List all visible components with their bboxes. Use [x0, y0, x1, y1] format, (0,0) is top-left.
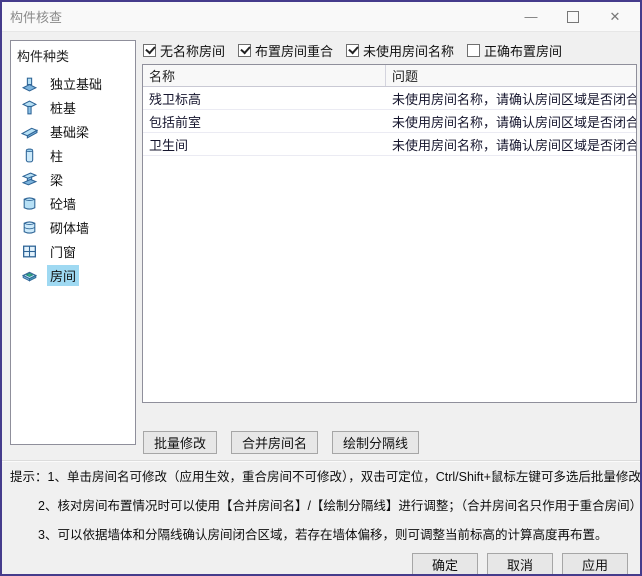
- sidebar-item-beam[interactable]: 梁: [11, 167, 135, 191]
- independent-foundation-icon: [21, 75, 38, 92]
- room-icon: [21, 267, 38, 284]
- sidebar-item-room[interactable]: 房间: [11, 263, 135, 287]
- filter-bar: 无名称房间 布置房间重合 未使用房间名称 正确布置房间: [143, 41, 575, 59]
- sidebar-item-label: 房间: [47, 265, 79, 286]
- checkbox-icon: [143, 44, 156, 57]
- tip-line-3: 3、可以依据墙体和分隔线确认房间闭合区域，若存在墙体偏移，则可调整当前标高的计算…: [10, 526, 636, 555]
- sidebar-item-door-window[interactable]: 门窗: [11, 239, 135, 263]
- sidebar-item-label: 梁: [47, 169, 66, 190]
- issue-cell: 未使用房间名称，请确认房间区域是否闭合: [386, 133, 636, 155]
- filter-unused-room-name[interactable]: 未使用房间名称: [346, 41, 454, 60]
- window-title: 构件核查: [10, 7, 62, 26]
- pile-foundation-icon: [21, 99, 38, 116]
- sidebar-item-label: 独立基础: [47, 73, 105, 94]
- window-controls: — ✕: [510, 2, 636, 31]
- component-check-dialog: 构件核查 — ✕ 构件种类 独立基础 桩基: [0, 0, 642, 576]
- table-row[interactable]: 卫生间 未使用房间名称，请确认房间区域是否闭合: [143, 133, 636, 156]
- beam-icon: [21, 171, 38, 188]
- column-icon: [21, 147, 38, 164]
- filter-label: 正确布置房间: [484, 41, 562, 60]
- filter-unnamed-room[interactable]: 无名称房间: [143, 41, 225, 60]
- apply-button[interactable]: 应用: [562, 553, 628, 576]
- filter-label: 未使用房间名称: [363, 41, 454, 60]
- sidebar-item-label: 基础梁: [47, 121, 92, 142]
- room-name-cell[interactable]: 残卫标高: [143, 87, 386, 109]
- checkbox-icon: [467, 44, 480, 57]
- close-button[interactable]: ✕: [594, 3, 636, 31]
- sidebar-item-independent-foundation[interactable]: 独立基础: [11, 71, 135, 95]
- tip-line-2: 2、核对房间布置情况时可以使用【合并房间名】/【绘制分隔线】进行调整；（合并房间…: [10, 497, 636, 526]
- table-row[interactable]: 残卫标高 未使用房间名称，请确认房间区域是否闭合: [143, 87, 636, 110]
- tips-section: 提示：1、单击房间名可修改（应用生效，重合房间不可修改），双击可定位，Ctrl/…: [10, 468, 636, 555]
- ok-button[interactable]: 确定: [412, 553, 478, 576]
- action-bar: 批量修改 合并房间名 绘制分隔线: [143, 431, 433, 454]
- door-window-icon: [21, 243, 38, 260]
- checkbox-icon: [346, 44, 359, 57]
- merge-room-name-button[interactable]: 合并房间名: [231, 431, 318, 454]
- tips-divider: [2, 460, 640, 462]
- checkbox-icon: [238, 44, 251, 57]
- filter-overlapping-room[interactable]: 布置房间重合: [238, 41, 333, 60]
- minimize-button[interactable]: —: [510, 3, 552, 31]
- foundation-beam-icon: [21, 123, 38, 140]
- maximize-button[interactable]: [552, 3, 594, 31]
- sidebar-item-label: 砼墙: [47, 193, 79, 214]
- filter-label: 无名称房间: [160, 41, 225, 60]
- column-header-name[interactable]: 名称: [143, 65, 386, 86]
- room-name-cell[interactable]: 卫生间: [143, 133, 386, 155]
- component-type-label: 构件种类: [11, 41, 135, 69]
- masonry-wall-icon: [21, 219, 38, 236]
- sidebar-item-concrete-wall[interactable]: 砼墙: [11, 191, 135, 215]
- table-header: 名称 问题: [143, 65, 636, 87]
- sidebar-item-column[interactable]: 柱: [11, 143, 135, 167]
- issue-cell: 未使用房间名称，请确认房间区域是否闭合: [386, 87, 636, 109]
- sidebar-item-pile-foundation[interactable]: 桩基: [11, 95, 135, 119]
- table-row[interactable]: 包括前室 未使用房间名称，请确认房间区域是否闭合: [143, 110, 636, 133]
- sidebar-item-label: 砌体墙: [47, 217, 92, 238]
- draw-divider-button[interactable]: 绘制分隔线: [332, 431, 419, 454]
- column-header-issue[interactable]: 问题: [386, 65, 636, 86]
- concrete-wall-icon: [21, 195, 38, 212]
- filter-correctly-placed-room[interactable]: 正确布置房间: [467, 41, 562, 60]
- room-name-cell[interactable]: 包括前室: [143, 110, 386, 132]
- component-type-list: 独立基础 桩基 基础梁 柱: [11, 71, 135, 287]
- footer-bar: 确定 取消 应用: [403, 553, 628, 576]
- cancel-button[interactable]: 取消: [487, 553, 553, 576]
- sidebar-item-masonry-wall[interactable]: 砌体墙: [11, 215, 135, 239]
- sidebar-item-label: 门窗: [47, 241, 79, 262]
- component-type-panel: 构件种类 独立基础 桩基 基础梁: [10, 40, 136, 445]
- sidebar-item-foundation-beam[interactable]: 基础梁: [11, 119, 135, 143]
- issue-cell: 未使用房间名称，请确认房间区域是否闭合: [386, 110, 636, 132]
- tip-line-1: 提示：1、单击房间名可修改（应用生效，重合房间不可修改），双击可定位，Ctrl/…: [10, 468, 636, 497]
- issue-table: 名称 问题 残卫标高 未使用房间名称，请确认房间区域是否闭合 包括前室 未使用房…: [142, 64, 637, 403]
- sidebar-item-label: 桩基: [47, 97, 79, 118]
- sidebar-item-label: 柱: [47, 145, 66, 166]
- maximize-icon: [567, 11, 579, 23]
- filter-label: 布置房间重合: [255, 41, 333, 60]
- batch-modify-button[interactable]: 批量修改: [143, 431, 217, 454]
